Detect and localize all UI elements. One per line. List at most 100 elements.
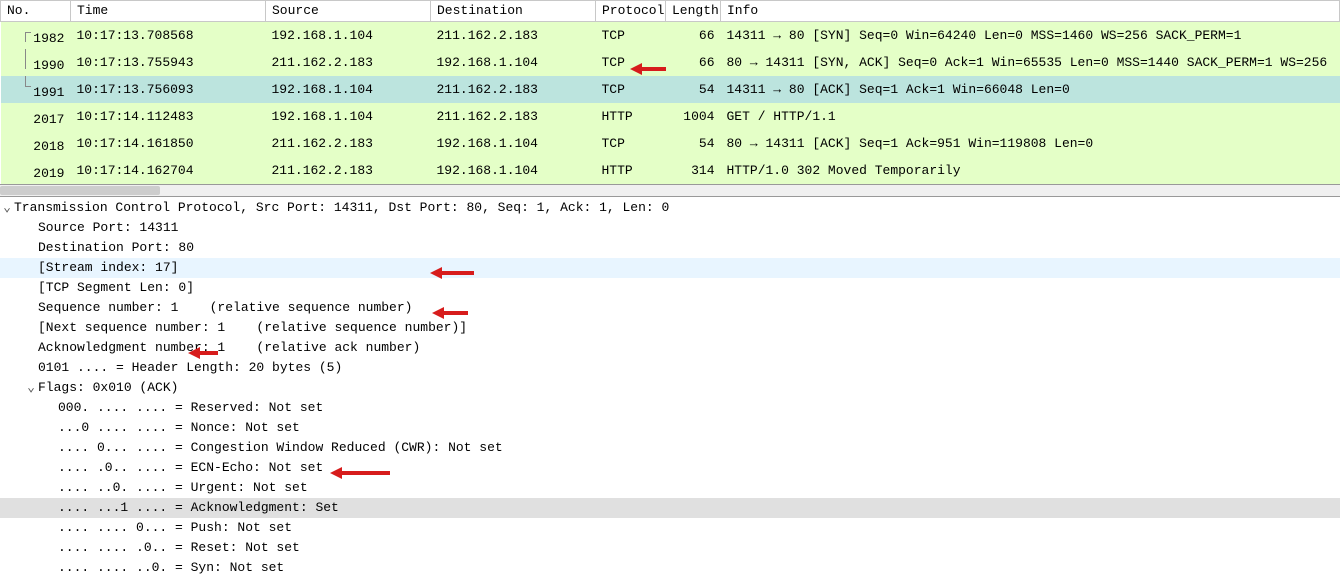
packet-row[interactable]: 1982 10:17:13.708568192.168.1.104211.162.… [1,22,1340,50]
packet-row[interactable]: 201710:17:14.112483192.168.1.104211.162.… [1,103,1340,130]
src-port-text: Source Port: 14311 [38,218,178,238]
flag-urg-text: .... ..0. .... = Urgent: Not set [58,478,308,498]
pkt-no: 2018 [33,139,64,154]
dst-port-row[interactable]: Destination Port: 80 [0,238,1340,258]
src-port-row[interactable]: Source Port: 14311 [0,218,1340,238]
packet-row[interactable]: 201810:17:14.161850211.162.2.183192.168.… [1,130,1340,157]
packet-row[interactable]: 201910:17:14.162704211.162.2.183192.168.… [1,157,1340,184]
flag-rst-text: .... .... .0.. = Reset: Not set [58,538,300,558]
cell-time: 10:17:14.161850 [71,130,266,157]
seg-len-row[interactable]: [TCP Segment Len: 0] [0,278,1340,298]
cell-info: 14311 → 80 [SYN] Seq=0 Win=64240 Len=0 M… [721,22,1340,50]
col-time[interactable]: Time [71,1,266,22]
stream-idx-row[interactable]: [Stream index: 17] [0,258,1340,278]
flag-rst-row[interactable]: .... .... .0.. = Reset: Not set [0,538,1340,558]
packet-detail-pane: ⌄ Transmission Control Protocol, Src Por… [0,197,1340,579]
cell-src: 211.162.2.183 [266,49,431,76]
cell-len: 314 [666,157,721,184]
stream-glyph-icon [19,76,33,96]
cell-no: 1991 [1,76,71,103]
tcp-header-text: Transmission Control Protocol, Src Port:… [14,198,669,218]
cell-info: 80 → 14311 [ACK] Seq=1 Ack=951 Win=11980… [721,130,1340,157]
pane-splitter[interactable] [0,184,1340,197]
stream-glyph-icon [19,103,33,123]
flags-row[interactable]: ⌄ Flags: 0x010 (ACK) [0,378,1340,398]
ack-num-text: Acknowledgment number: 1 (relative ack n… [38,338,420,358]
flag-urg-row[interactable]: .... ..0. .... = Urgent: Not set [0,478,1340,498]
pkt-no: 1990 [33,58,64,73]
cell-no: 1990 [1,49,71,76]
col-proto[interactable]: Protocol [596,1,666,22]
next-seq-text: [Next sequence number: 1 (relative seque… [38,318,467,338]
packet-row[interactable]: 1991 10:17:13.756093192.168.1.104211.162.… [1,76,1340,103]
cell-time: 10:17:14.162704 [71,157,266,184]
cell-info: GET / HTTP/1.1 [721,103,1340,130]
cell-time: 10:17:13.756093 [71,76,266,103]
stream-glyph-icon [19,49,33,69]
col-length[interactable]: Length [666,1,721,22]
flag-ack-text: .... ...1 .... = Acknowledgment: Set [58,498,339,518]
twisty-open-icon[interactable]: ⌄ [24,378,38,398]
flags-text: Flags: 0x010 (ACK) [38,378,178,398]
cell-src: 211.162.2.183 [266,157,431,184]
next-seq-row[interactable]: [Next sequence number: 1 (relative seque… [0,318,1340,338]
cell-dst: 192.168.1.104 [431,49,596,76]
cell-dst: 211.162.2.183 [431,22,596,50]
ack-num-row[interactable]: Acknowledgment number: 1 (relative ack n… [0,338,1340,358]
flag-ecn-text: .... .0.. .... = ECN-Echo: Not set [58,458,323,478]
cell-time: 10:17:13.755943 [71,49,266,76]
flag-push-text: .... .... 0... = Push: Not set [58,518,292,538]
cell-len: 66 [666,22,721,50]
pkt-no: 2017 [33,112,64,127]
cell-info: 14311 → 80 [ACK] Seq=1 Ack=1 Win=66048 L… [721,76,1340,103]
stream-glyph-icon [19,130,33,150]
col-dest[interactable]: Destination [431,1,596,22]
twisty-open-icon[interactable]: ⌄ [0,198,14,218]
cell-dst: 211.162.2.183 [431,76,596,103]
seq-num-row[interactable]: Sequence number: 1 (relative sequence nu… [0,298,1340,318]
cell-src: 192.168.1.104 [266,76,431,103]
app-window: No. Time Source Destination Protocol Len… [0,0,1340,579]
tcp-header-row[interactable]: ⌄ Transmission Control Protocol, Src Por… [0,198,1340,218]
flag-cwr-row[interactable]: .... 0... .... = Congestion Window Reduc… [0,438,1340,458]
flag-ack-row[interactable]: .... ...1 .... = Acknowledgment: Set [0,498,1340,518]
flag-syn-row[interactable]: .... .... ..0. = Syn: Not set [0,558,1340,578]
seq-num-text: Sequence number: 1 (relative sequence nu… [38,298,412,318]
stream-idx-text: [Stream index: 17] [38,258,178,278]
pkt-no: 2019 [33,166,64,181]
col-info[interactable]: Info [721,1,1340,22]
packet-row[interactable]: 1990 10:17:13.755943211.162.2.183192.168.… [1,49,1340,76]
cell-proto: TCP [596,49,666,76]
col-source[interactable]: Source [266,1,431,22]
flag-nonce-text: ...0 .... .... = Nonce: Not set [58,418,300,438]
dst-port-text: Destination Port: 80 [38,238,194,258]
flag-push-row[interactable]: .... .... 0... = Push: Not set [0,518,1340,538]
cell-time: 10:17:14.112483 [71,103,266,130]
hdr-len-row[interactable]: 0101 .... = Header Length: 20 bytes (5) [0,358,1340,378]
cell-src: 192.168.1.104 [266,103,431,130]
cell-len: 54 [666,130,721,157]
flag-reserved-row[interactable]: 000. .... .... = Reserved: Not set [0,398,1340,418]
cell-len: 1004 [666,103,721,130]
cell-proto: TCP [596,22,666,50]
packet-list-table: No. Time Source Destination Protocol Len… [0,0,1340,184]
cell-no: 2017 [1,103,71,130]
flag-ecn-row[interactable]: .... .0.. .... = ECN-Echo: Not set [0,458,1340,478]
seg-len-text: [TCP Segment Len: 0] [38,278,194,298]
flag-nonce-row[interactable]: ...0 .... .... = Nonce: Not set [0,418,1340,438]
flag-cwr-text: .... 0... .... = Congestion Window Reduc… [58,438,503,458]
cell-proto: TCP [596,130,666,157]
cell-info: 80 → 14311 [SYN, ACK] Seq=0 Ack=1 Win=65… [721,49,1340,76]
flag-syn-text: .... .... ..0. = Syn: Not set [58,558,284,578]
col-no[interactable]: No. [1,1,71,22]
pkt-no: 1991 [33,85,64,100]
cell-src: 192.168.1.104 [266,22,431,50]
hdr-len-text: 0101 .... = Header Length: 20 bytes (5) [38,358,342,378]
cell-len: 66 [666,49,721,76]
h-scroll-thumb[interactable] [0,186,160,195]
cell-time: 10:17:13.708568 [71,22,266,50]
cell-no: 2018 [1,130,71,157]
pkt-no: 1982 [33,31,64,46]
stream-glyph-icon [19,22,33,42]
cell-proto: TCP [596,76,666,103]
